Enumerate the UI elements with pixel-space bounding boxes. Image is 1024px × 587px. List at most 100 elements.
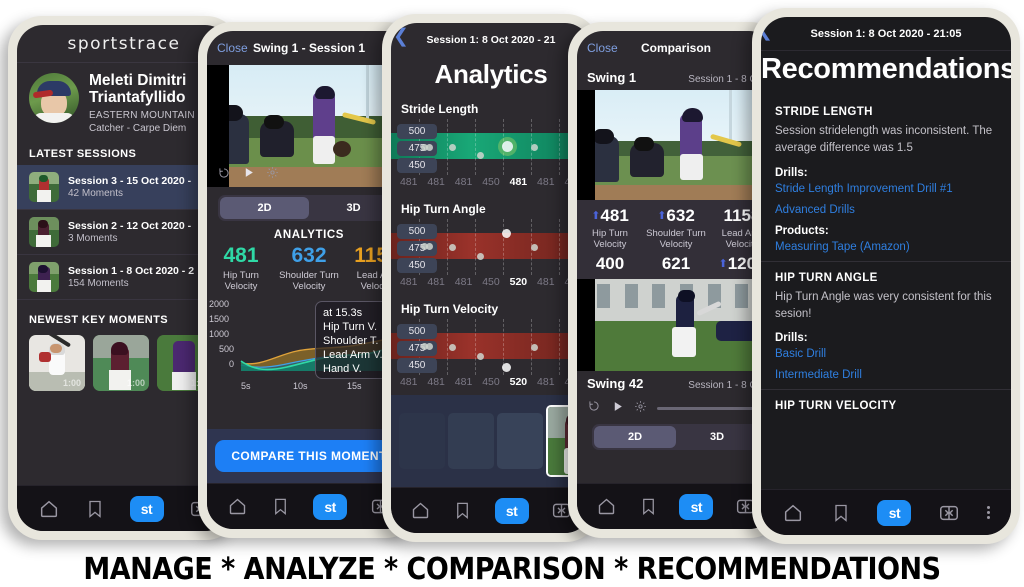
filmstrip-thumb[interactable] (399, 413, 445, 469)
metric-value: 621 (661, 253, 691, 273)
swing-name: Swing 1 (587, 70, 637, 85)
rewind-15-icon[interactable] (587, 399, 601, 418)
metric-value: 481 (223, 244, 259, 267)
home-icon[interactable] (38, 498, 60, 520)
moment-filmstrip[interactable] (391, 395, 591, 487)
ytick: 2000 (209, 298, 230, 309)
drill-link[interactable]: Stride Length Improvement Drill #1 (775, 183, 997, 195)
metric-hip-turn: 481 Hip Turn Velocity (207, 245, 275, 293)
drill-link[interactable]: Basic Drill (775, 348, 997, 360)
tab-2d[interactable]: 2D (220, 197, 309, 219)
st-logo[interactable]: st (494, 497, 529, 524)
session-moments: 154 Moments (68, 278, 129, 290)
session-thumbnail (29, 262, 59, 293)
analytics-stride-length: Stride Length 500 475 450 481 481 481 45… (391, 98, 591, 190)
comparison-metrics: ⬆481 ⬆632 1158 Hip Turn Velocity Shoulder… (577, 200, 775, 279)
video-bottom[interactable] (577, 278, 775, 371)
nav-comparison: Close Comparison (577, 31, 775, 65)
page-title: Recommendations (761, 53, 1011, 85)
st-logo[interactable]: st (679, 493, 714, 520)
session-label: Session 1: 8 Oct 2020 - 21 (426, 34, 556, 46)
video-scrubber[interactable] (577, 396, 775, 422)
close-button[interactable]: Close (217, 41, 248, 55)
home-icon[interactable] (596, 496, 617, 517)
rewind-15-icon[interactable] (217, 166, 231, 185)
session-text: Session 1 - 8 Oct 2020 - 2 154 Moments (68, 265, 194, 289)
drills-label: Drills: (775, 332, 808, 344)
ytick-450: 450 (397, 358, 437, 373)
product-link[interactable]: Measuring Tape (Amazon) (775, 241, 997, 253)
moment-duration: 1:00 (62, 378, 81, 389)
settings-icon[interactable] (266, 166, 279, 184)
analytics-hip-turn-velocity: Hip Turn Velocity 500 475 450 481 481 48… (391, 298, 591, 390)
tab-2d[interactable]: 2D (594, 425, 676, 448)
session-label: Session 1: 8 Oct 2020 - 21:05 (810, 27, 962, 40)
home-icon[interactable] (410, 500, 431, 521)
player-name: Triantafyllido (89, 88, 186, 106)
session-title: Session 3 - 15 Oct 2020 - (68, 175, 192, 188)
data-point (426, 243, 433, 250)
drill-link[interactable]: Advanced Drills (775, 204, 997, 216)
back-icon[interactable]: ❮ (393, 27, 409, 46)
velocity-chart[interactable]: 2000 1500 1000 500 0 5s 10s 15s at 15.3s (207, 299, 411, 391)
nav-swing: Close Swing 1 - Session 1 (207, 31, 411, 65)
progress-track[interactable] (657, 407, 765, 411)
view-mode-toggle[interactable]: 2D 3D (218, 195, 400, 221)
overflow-menu-icon[interactable] (986, 506, 990, 519)
poster-stage: ❮ Session 1: 8 Oct 2020 - 21:05 Recommen… (0, 0, 1024, 587)
ytick-500: 500 (397, 324, 437, 339)
filmstrip-thumb[interactable] (448, 413, 494, 469)
video-player[interactable] (207, 65, 411, 187)
player-position: Catcher - Carpe Diem (89, 123, 187, 135)
avatar[interactable] (29, 73, 79, 123)
metric-value: 632 (666, 206, 695, 225)
drill-link[interactable]: Intermediate Drill (775, 369, 997, 381)
scatter-band: 500 475 450 (391, 219, 591, 275)
compare-this-moment-button[interactable]: COMPARE THIS MOMENT (215, 440, 403, 472)
bookmark-icon[interactable] (85, 498, 105, 520)
back-icon[interactable]: ❮ (761, 21, 773, 40)
ytick-450: 450 (397, 258, 437, 273)
video-top[interactable] (577, 90, 775, 200)
metrics-row-top: ⬆481 ⬆632 1158 (577, 206, 775, 226)
tab-3d[interactable]: 3D (676, 426, 758, 448)
poster-caption: MANAGE * ANALYZE * COMPARISON * RECOMMEN… (83, 552, 941, 587)
metric-value: 481 (600, 206, 629, 225)
up-arrow-icon: ⬆ (718, 257, 728, 270)
metric-title: Hip Turn Angle (401, 202, 486, 216)
ytick-500: 500 (397, 124, 437, 139)
phone-recommendations: ❮ Session 1: 8 Oct 2020 - 21:05 Recommen… (752, 8, 1020, 544)
x-axis: 481 481 481 450 520 481 481 (399, 376, 582, 388)
play-icon[interactable] (611, 400, 624, 418)
view-mode-toggle[interactable]: 2D 3D (592, 423, 760, 450)
swing-top-header: Swing 1 Session 1 - 8 Oct (577, 65, 775, 90)
metric-title: Hip Turn Velocity (401, 302, 499, 316)
play-icon[interactable] (242, 166, 255, 184)
video-controls[interactable] (207, 163, 411, 187)
metric-cell: 621 (643, 254, 709, 274)
tabbar: st (577, 483, 775, 529)
tabbar: st (391, 487, 591, 533)
metric-label: Shoulder Turn Velocity (646, 228, 706, 251)
st-logo[interactable]: st (129, 495, 164, 522)
session-moments: 3 Moments (68, 233, 118, 245)
video-frame (577, 90, 775, 200)
close-button[interactable]: Close (587, 41, 618, 55)
compare-icon[interactable] (938, 502, 960, 524)
filmstrip-thumb[interactable] (497, 413, 543, 469)
st-logo[interactable]: st (313, 493, 348, 520)
bookmark-icon[interactable] (831, 502, 851, 524)
metric-cell: 400 (577, 254, 643, 274)
home-icon[interactable] (227, 496, 248, 517)
settings-icon[interactable] (634, 400, 647, 418)
bookmark-icon[interactable] (639, 496, 658, 517)
bookmark-icon[interactable] (453, 500, 472, 521)
key-moment-thumb[interactable]: 1:00 (29, 335, 85, 392)
key-moment-thumb[interactable]: 1:00 (93, 335, 149, 392)
bookmark-icon[interactable] (271, 496, 290, 517)
metric-label: Hip Turn Velocity (592, 228, 628, 251)
home-icon[interactable] (782, 502, 804, 524)
st-logo[interactable]: st (877, 499, 912, 526)
scatter-band: 500 475 450 (391, 119, 591, 175)
data-point (477, 152, 484, 159)
